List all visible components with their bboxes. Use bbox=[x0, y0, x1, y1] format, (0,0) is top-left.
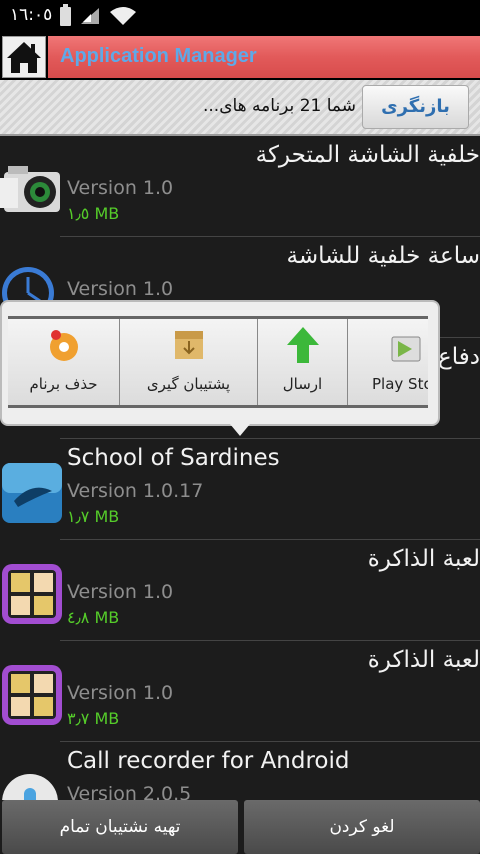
fish-icon bbox=[2, 463, 62, 523]
status-bar: ١٦:٠٥ bbox=[0, 0, 480, 32]
list-item[interactable]: Call recorder for Android Version 2.0.5 bbox=[0, 742, 480, 800]
title-bar: Application Manager bbox=[0, 32, 480, 80]
uninstall-button[interactable]: حذف برنام bbox=[8, 319, 120, 405]
info-bar: بازنگری شما 21 برنامه های... bbox=[0, 80, 480, 136]
list-item[interactable]: School of Sardines Version 1.0.17 ١٫٧ MB bbox=[0, 439, 480, 540]
backup-label: پشتیبان گیری bbox=[146, 375, 231, 393]
popup-pointer bbox=[230, 424, 250, 436]
backup-box-icon bbox=[175, 331, 203, 359]
play-store-label: Play Sto bbox=[372, 375, 428, 393]
uninstall-label: حذف برنام bbox=[29, 375, 98, 393]
app-size: ٣٫٧ MB bbox=[67, 709, 120, 728]
app-name: Call recorder for Android bbox=[67, 748, 350, 774]
app-name: دفاع bbox=[438, 344, 480, 370]
wifi-icon bbox=[110, 7, 136, 25]
app-version: Version 1.0 bbox=[67, 682, 174, 704]
play-store-icon bbox=[391, 336, 421, 362]
home-button[interactable] bbox=[2, 36, 46, 78]
cancel-button[interactable]: لغو کردن bbox=[244, 800, 480, 854]
app-name: خلفية الشاشة المتحركة bbox=[255, 142, 480, 168]
app-version: Version 1.0 bbox=[67, 278, 174, 300]
microphone-icon bbox=[2, 774, 58, 800]
app-version: Version 1.0 bbox=[67, 581, 174, 603]
home-icon bbox=[7, 42, 41, 73]
battery-icon bbox=[60, 3, 71, 26]
send-arrow-icon bbox=[287, 327, 319, 363]
app-list[interactable]: خلفية الشاشة المتحركة Version 1.0 ١٫٥ MB… bbox=[0, 136, 480, 800]
app-size: ١٫٥ MB bbox=[67, 204, 120, 223]
list-item[interactable]: خلفية الشاشة المتحركة Version 1.0 ١٫٥ MB bbox=[0, 136, 480, 237]
bottom-bar: تهیه نشتیبان تمام لغو کردن bbox=[0, 800, 480, 854]
send-label: ارسال bbox=[282, 375, 323, 393]
memory-game-icon bbox=[2, 564, 62, 624]
refresh-button[interactable]: بازنگری bbox=[362, 85, 469, 129]
backup-all-button[interactable]: تهیه نشتیبان تمام bbox=[2, 800, 238, 854]
app-size: ١٫٧ MB bbox=[67, 507, 120, 526]
status-time: ١٦:٠٥ bbox=[10, 5, 53, 25]
app-name: ساعة خلفية للشاشة bbox=[286, 243, 480, 269]
send-button[interactable]: ارسال bbox=[258, 319, 348, 405]
memory-game-icon bbox=[2, 665, 62, 725]
app-name: لعبة الذاكرة bbox=[367, 647, 480, 673]
play-store-button[interactable]: Play Sto bbox=[348, 319, 428, 405]
app-version: Version 1.0.17 bbox=[67, 480, 204, 502]
list-item[interactable]: لعبة الذاكرة Version 1.0 ٣٫٧ MB bbox=[0, 641, 480, 742]
action-popup: حذف برنام پشتیبان گیری ارسال Play Sto bbox=[0, 300, 440, 426]
app-name: School of Sardines bbox=[67, 445, 280, 471]
app-name: لعبة الذاكرة bbox=[367, 546, 480, 572]
page-title: Application Manager bbox=[60, 45, 257, 67]
uninstall-icon bbox=[50, 330, 78, 361]
app-size: ٤٫٨ MB bbox=[67, 608, 120, 627]
list-item[interactable]: لعبة الذاكرة Version 1.0 ٤٫٨ MB bbox=[0, 540, 480, 641]
app-count-text: شما 21 برنامه های... bbox=[202, 96, 356, 116]
signal-icon bbox=[81, 8, 99, 24]
camera-icon bbox=[0, 166, 60, 212]
app-version: Version 2.0.5 bbox=[67, 783, 192, 800]
app-version: Version 1.0 bbox=[67, 177, 174, 199]
backup-button[interactable]: پشتیبان گیری bbox=[120, 319, 258, 405]
